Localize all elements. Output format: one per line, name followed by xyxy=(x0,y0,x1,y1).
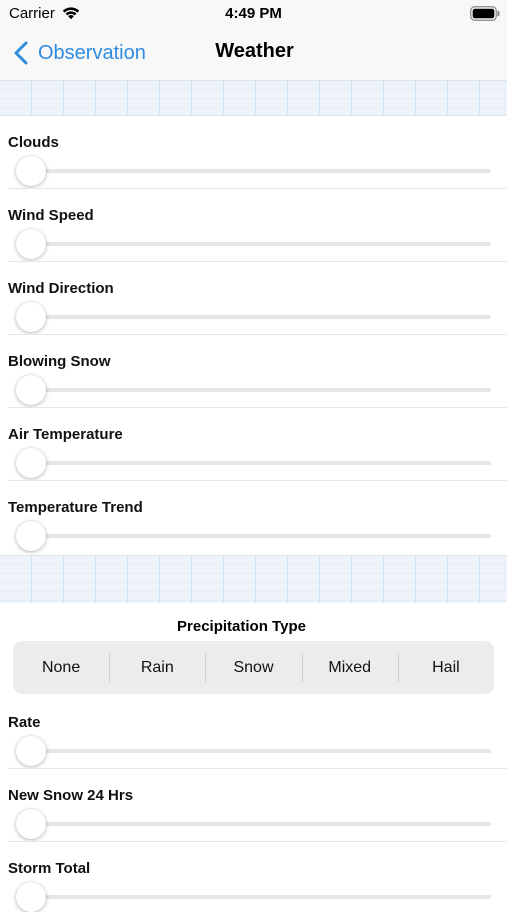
segment-snow[interactable]: Snow xyxy=(205,641,301,694)
slider-track[interactable] xyxy=(30,461,491,465)
precipitation-type-section: Precipitation Type None Rain Snow Mixed … xyxy=(0,603,507,699)
slider-track[interactable] xyxy=(30,534,491,538)
slider-thumb[interactable] xyxy=(16,736,46,766)
slider-label: Temperature Trend xyxy=(8,499,143,516)
page-title: Weather xyxy=(215,40,294,62)
slider-track[interactable] xyxy=(30,388,491,392)
slider-label: Wind Direction xyxy=(8,280,114,297)
slider-row-temperature-trend: Temperature Trend xyxy=(0,481,507,554)
slider-row-blowing-snow: Blowing Snow xyxy=(0,335,507,408)
segment-mixed[interactable]: Mixed xyxy=(301,641,398,694)
slider-thumb[interactable] xyxy=(16,302,46,332)
slider-thumb[interactable] xyxy=(16,521,46,551)
slider-track[interactable] xyxy=(30,242,491,246)
slider-track[interactable] xyxy=(30,169,491,173)
slider-thumb[interactable] xyxy=(16,448,46,478)
segment-none[interactable]: None xyxy=(13,641,109,694)
slider-track[interactable] xyxy=(30,315,491,319)
battery-icon xyxy=(470,6,500,21)
slider-thumb[interactable] xyxy=(16,156,46,186)
slider-label: Storm Total xyxy=(8,860,91,877)
slider-thumb[interactable] xyxy=(16,809,46,839)
slider-label: Rate xyxy=(8,714,41,731)
slider-thumb[interactable] xyxy=(16,375,46,405)
segment-rain[interactable]: Rain xyxy=(109,641,205,694)
slider-label: Air Temperature xyxy=(8,426,123,443)
slider-row-clouds: Clouds xyxy=(0,116,507,189)
status-bar: Carrier 4:49 PM xyxy=(0,0,507,28)
slider-row-air-temperature: Air Temperature xyxy=(0,408,507,481)
precipitation-type-segmented-control: None Rain Snow Mixed Hail xyxy=(13,641,494,694)
slider-track[interactable] xyxy=(30,749,491,753)
segment-hail[interactable]: Hail xyxy=(397,641,494,694)
slider-row-rate: Rate xyxy=(0,696,507,769)
slider-label: Clouds xyxy=(8,134,59,151)
slider-label: Blowing Snow xyxy=(8,353,111,370)
slider-track[interactable] xyxy=(30,822,491,826)
slider-row-new-snow-24-hrs: New Snow 24 Hrs xyxy=(0,769,507,842)
slider-track[interactable] xyxy=(30,895,491,899)
slider-row-storm-total: Storm Total xyxy=(0,842,507,912)
status-time: 4:49 PM xyxy=(225,5,282,22)
slider-row-wind-speed: Wind Speed xyxy=(0,189,507,262)
slider-label: New Snow 24 Hrs xyxy=(8,787,134,804)
section-header-band xyxy=(0,80,507,116)
precipitation-type-title: Precipitation Type xyxy=(177,618,306,635)
slider-thumb[interactable] xyxy=(16,229,46,259)
slider-label: Wind Speed xyxy=(8,207,94,224)
slider-row-wind-direction: Wind Direction xyxy=(0,262,507,335)
section-header-band xyxy=(0,555,507,604)
navigation-bar: Observation Weather xyxy=(0,28,507,80)
slider-thumb[interactable] xyxy=(16,882,46,912)
